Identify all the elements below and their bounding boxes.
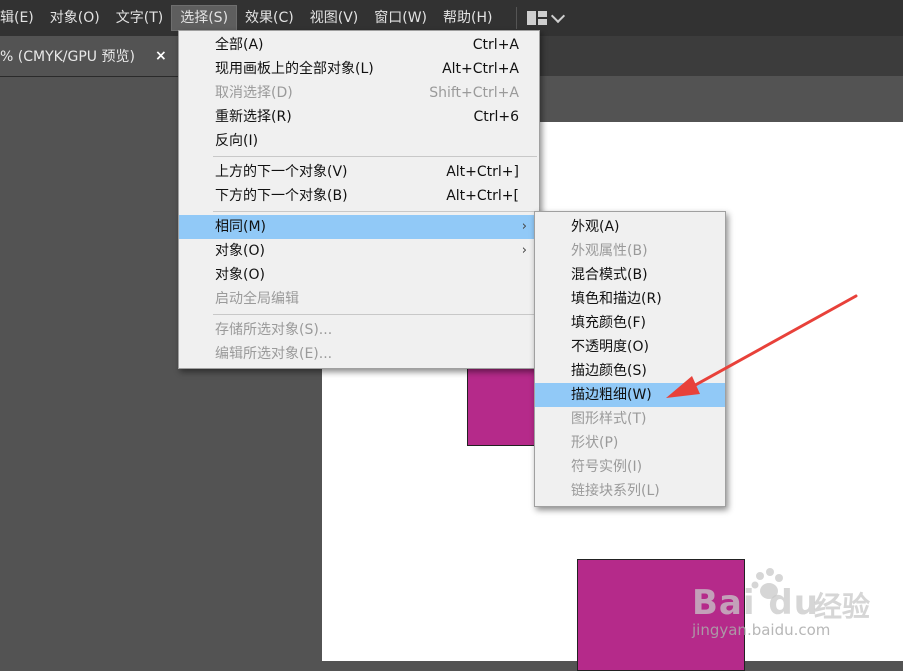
annotation-arrow-icon [666, 294, 858, 398]
watermark-brand: Bai du [692, 583, 819, 623]
baidu-jingyan-watermark: Bai du 经验 jingyan.baidu.com [692, 565, 892, 645]
watermark-product: 经验 [814, 590, 871, 623]
watermark-url: jingyan.baidu.com [692, 621, 831, 639]
